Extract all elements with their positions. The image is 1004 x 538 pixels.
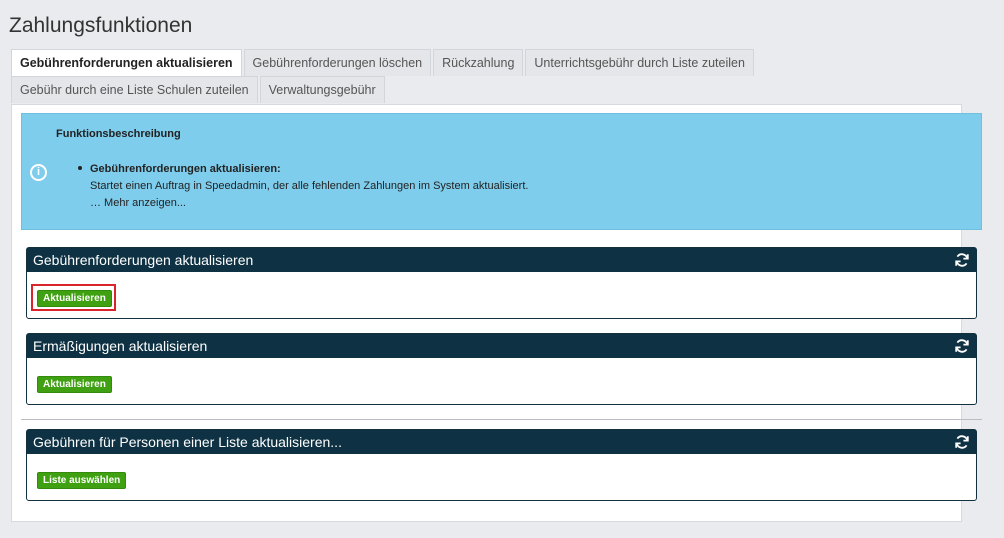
card-title: Gebührenforderungen aktualisieren <box>33 252 254 268</box>
info-list: Gebührenforderungen aktualisieren: Start… <box>77 161 529 212</box>
card-title: Gebühren für Personen einer Liste aktual… <box>33 434 342 450</box>
card-header: Ermäßigungen aktualisieren <box>27 334 976 358</box>
refresh-icon[interactable] <box>954 252 970 268</box>
card-title: Ermäßigungen aktualisieren <box>33 338 208 354</box>
refresh-icon[interactable] <box>954 434 970 450</box>
tab-gebuehrenforderungen-loeschen[interactable]: Gebührenforderungen löschen <box>243 49 432 76</box>
card-header: Gebühren für Personen einer Liste aktual… <box>27 430 976 454</box>
function-description-box: Funktionsbeschreibung i Gebührenforderun… <box>21 113 982 230</box>
aktualisieren-button[interactable]: Aktualisieren <box>37 376 112 393</box>
content-panel: Funktionsbeschreibung i Gebührenforderun… <box>11 104 982 522</box>
card-gebuehrenforderungen-aktualisieren: Gebührenforderungen aktualisieren Aktual… <box>26 247 977 319</box>
show-more-link[interactable]: … Mehr anzeigen... <box>90 195 528 212</box>
refresh-icon[interactable] <box>954 338 970 354</box>
aktualisieren-button[interactable]: Aktualisieren <box>37 290 112 307</box>
tab-rueckzahlung[interactable]: Rückzahlung <box>433 49 524 76</box>
liste-auswaehlen-button[interactable]: Liste auswählen <box>37 472 127 489</box>
info-item-text: Startet einen Auftrag in Speedadmin, der… <box>90 180 529 192</box>
info-item-title: Gebührenforderungen aktualisieren: <box>77 161 528 178</box>
card-ermaessigungen-aktualisieren: Ermäßigungen aktualisieren Aktualisieren <box>26 333 977 405</box>
info-title: Funktionsbeschreibung <box>56 128 181 140</box>
card-personen-liste-aktualisieren: Gebühren für Personen einer Liste aktual… <box>26 429 977 501</box>
info-circle-icon: i <box>30 164 47 181</box>
section-divider <box>21 419 982 420</box>
card-header: Gebührenforderungen aktualisieren <box>27 248 976 272</box>
tab-gebuehr-liste-schulen[interactable]: Gebühr durch eine Liste Schulen zuteilen <box>11 76 258 103</box>
tab-unterrichtsgebuehr-liste[interactable]: Unterrichtsgebühr durch Liste zuteilen <box>525 49 754 76</box>
page-title: Zahlungsfunktionen <box>9 14 193 37</box>
tab-bar: Gebührenforderungen aktualisieren Gebühr… <box>11 49 962 103</box>
tab-gebuehrenforderungen-aktualisieren[interactable]: Gebührenforderungen aktualisieren <box>11 49 242 76</box>
tab-verwaltungsgebuehr[interactable]: Verwaltungsgebühr <box>259 76 385 103</box>
